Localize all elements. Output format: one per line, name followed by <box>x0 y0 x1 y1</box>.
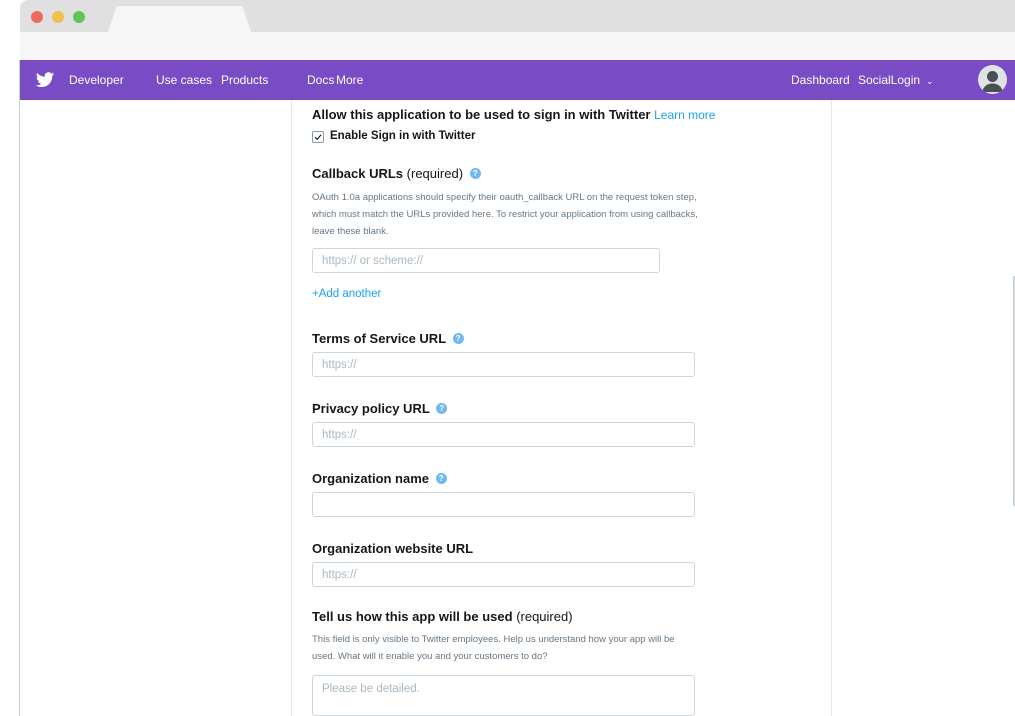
privacy-url-input[interactable] <box>312 422 695 447</box>
nav-products[interactable]: Products <box>221 73 268 87</box>
info-icon[interactable]: ? <box>435 473 447 485</box>
account-name: SocialLogin <box>858 73 921 87</box>
organization-website-input[interactable] <box>312 562 695 587</box>
learn-more-link[interactable]: Learn more <box>654 108 715 122</box>
nav-brand-developer[interactable]: Developer <box>69 73 124 87</box>
top-navigation-bar: Developer Use cases Products Docs More D… <box>20 60 1015 100</box>
organization-name-title: Organization name ? <box>312 471 447 486</box>
callback-url-input[interactable] <box>312 248 660 273</box>
usage-title-text: Tell us how this app will be used <box>312 609 513 624</box>
browser-toolbar <box>20 32 1015 61</box>
nav-more[interactable]: More <box>336 73 363 87</box>
avatar[interactable] <box>978 65 1007 94</box>
add-another-link[interactable]: +Add another <box>312 288 381 300</box>
signin-section-title: Allow this application to be used to sig… <box>312 107 715 123</box>
callback-urls-title: Callback URLs (required) ? <box>312 166 481 181</box>
nav-docs[interactable]: Docs <box>307 73 334 87</box>
required-label: (required) <box>406 166 464 181</box>
close-window-button[interactable] <box>31 11 43 23</box>
checkmark-icon <box>314 134 322 141</box>
window-border <box>19 60 20 716</box>
checkbox[interactable] <box>312 131 324 143</box>
usage-help-text: This field is only visible to Twitter em… <box>312 634 675 662</box>
terms-of-service-title: Terms of Service URL ? <box>312 331 464 346</box>
user-avatar-icon <box>982 71 1003 92</box>
twitter-bird-icon[interactable] <box>35 70 55 90</box>
privacy-title-text: Privacy policy URL <box>312 401 430 416</box>
info-icon[interactable]: ? <box>469 168 481 180</box>
nav-use-cases[interactable]: Use cases <box>156 73 212 87</box>
app-usage-title: Tell us how this app will be used (requi… <box>312 609 573 624</box>
organization-name-input[interactable] <box>312 492 695 517</box>
info-icon[interactable]: ? <box>436 403 448 415</box>
terms-title-text: Terms of Service URL <box>312 331 446 346</box>
callback-title-text: Callback URLs <box>312 166 404 181</box>
callback-help-text: OAuth 1.0a applications should specify t… <box>312 192 698 237</box>
minimize-window-button[interactable] <box>52 11 64 23</box>
privacy-policy-title: Privacy policy URL ? <box>312 401 448 416</box>
info-icon[interactable]: ? <box>452 333 464 345</box>
enable-signin-label: Enable Sign in with Twitter <box>330 130 476 142</box>
maximize-window-button[interactable] <box>73 11 85 23</box>
signin-title-text: Allow this application to be used to sig… <box>312 107 651 122</box>
browser-tab[interactable] <box>108 6 251 32</box>
required-label: (required) <box>516 609 573 624</box>
nav-dashboard[interactable]: Dashboard <box>791 73 850 87</box>
chevron-down-icon: ⌄ <box>926 76 934 86</box>
terms-url-input[interactable] <box>312 352 695 377</box>
organization-website-title: Organization website URL <box>312 541 474 556</box>
app-usage-textarea[interactable] <box>312 675 695 716</box>
nav-account-menu[interactable]: SocialLogin ⌄ <box>858 73 934 88</box>
org-name-title-text: Organization name <box>312 471 430 486</box>
